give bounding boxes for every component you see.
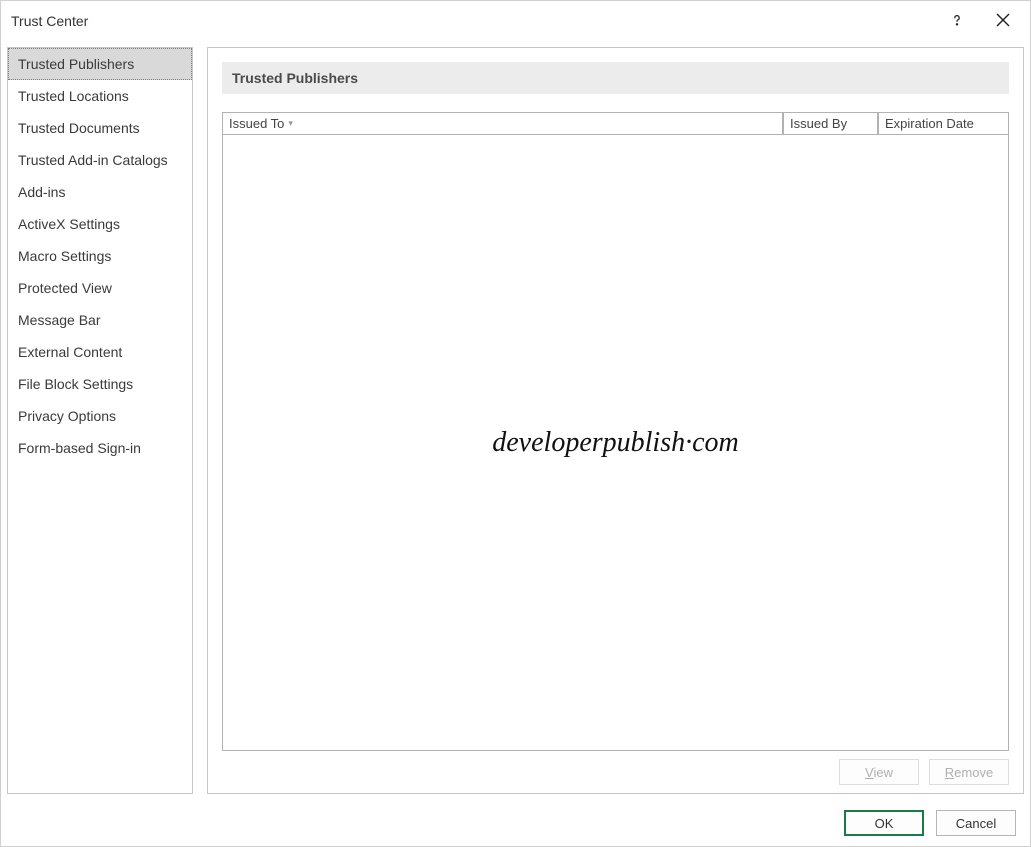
- button-label-mnemonic: R: [945, 765, 954, 780]
- section-header: Trusted Publishers: [222, 62, 1009, 94]
- button-label-rest: emove: [954, 765, 993, 780]
- column-issued-by[interactable]: Issued By: [783, 113, 878, 135]
- sidebar-item-label: External Content: [18, 344, 122, 360]
- table-header-row: Issued To ▾ Issued By Expiration Date: [223, 113, 1008, 135]
- column-expiration-date[interactable]: Expiration Date: [878, 113, 1008, 135]
- sidebar: Trusted Publishers Trusted Locations Tru…: [7, 47, 193, 794]
- help-button[interactable]: [934, 5, 980, 37]
- sidebar-item-label: Add-ins: [18, 184, 65, 200]
- help-icon: [950, 13, 964, 30]
- titlebar: Trust Center: [1, 1, 1030, 41]
- table-body[interactable]: developerpublish·com: [223, 135, 1008, 750]
- sidebar-item-label: Macro Settings: [18, 248, 111, 264]
- publishers-table: Issued To ▾ Issued By Expiration Date de…: [222, 112, 1009, 751]
- dialog-title: Trust Center: [11, 13, 88, 29]
- watermark-text: developerpublish·com: [492, 427, 739, 459]
- sidebar-item-label: Trusted Documents: [18, 120, 140, 136]
- sidebar-item-label: Form-based Sign-in: [18, 440, 141, 456]
- section-title: Trusted Publishers: [232, 70, 358, 86]
- dialog-footer: OK Cancel: [1, 800, 1030, 846]
- sidebar-item-file-block-settings[interactable]: File Block Settings: [8, 368, 192, 400]
- sidebar-item-label: ActiveX Settings: [18, 216, 120, 232]
- sidebar-item-label: Message Bar: [18, 312, 100, 328]
- button-label: OK: [875, 816, 894, 831]
- sidebar-item-trusted-documents[interactable]: Trusted Documents: [8, 112, 192, 144]
- sidebar-item-addins[interactable]: Add-ins: [8, 176, 192, 208]
- sidebar-item-label: Trusted Publishers: [18, 56, 134, 72]
- column-issued-to[interactable]: Issued To ▾: [223, 113, 783, 135]
- sidebar-item-privacy-options[interactable]: Privacy Options: [8, 400, 192, 432]
- close-button[interactable]: [980, 5, 1026, 37]
- sidebar-item-trusted-publishers[interactable]: Trusted Publishers: [8, 48, 192, 80]
- sidebar-item-trusted-locations[interactable]: Trusted Locations: [8, 80, 192, 112]
- trust-center-dialog: Trust Center Trusted Publishers: [0, 0, 1031, 847]
- close-icon: [996, 13, 1010, 30]
- remove-button: Remove: [929, 759, 1009, 785]
- dialog-body: Trusted Publishers Trusted Locations Tru…: [1, 41, 1030, 800]
- sidebar-item-label: Privacy Options: [18, 408, 116, 424]
- sidebar-item-trusted-addin-catalogs[interactable]: Trusted Add-in Catalogs: [8, 144, 192, 176]
- button-label: Cancel: [956, 816, 996, 831]
- sidebar-item-label: File Block Settings: [18, 376, 133, 392]
- sidebar-item-external-content[interactable]: External Content: [8, 336, 192, 368]
- sidebar-item-label: Trusted Locations: [18, 88, 129, 104]
- column-label: Issued By: [790, 116, 847, 131]
- panel-buttons: View Remove: [222, 751, 1009, 785]
- sidebar-item-macro-settings[interactable]: Macro Settings: [8, 240, 192, 272]
- button-label-rest: iew: [873, 765, 893, 780]
- column-label: Issued To: [229, 116, 284, 131]
- ok-button[interactable]: OK: [844, 810, 924, 836]
- sidebar-item-label: Trusted Add-in Catalogs: [18, 152, 168, 168]
- column-label: Expiration Date: [885, 116, 974, 131]
- sidebar-item-activex-settings[interactable]: ActiveX Settings: [8, 208, 192, 240]
- sort-indicator-icon: ▾: [288, 118, 293, 129]
- sidebar-item-protected-view[interactable]: Protected View: [8, 272, 192, 304]
- view-button: View: [839, 759, 919, 785]
- sidebar-item-form-based-signin[interactable]: Form-based Sign-in: [8, 432, 192, 464]
- sidebar-item-label: Protected View: [18, 280, 112, 296]
- main-panel: Trusted Publishers Issued To ▾ Issued By…: [207, 47, 1024, 794]
- cancel-button[interactable]: Cancel: [936, 810, 1016, 836]
- sidebar-item-message-bar[interactable]: Message Bar: [8, 304, 192, 336]
